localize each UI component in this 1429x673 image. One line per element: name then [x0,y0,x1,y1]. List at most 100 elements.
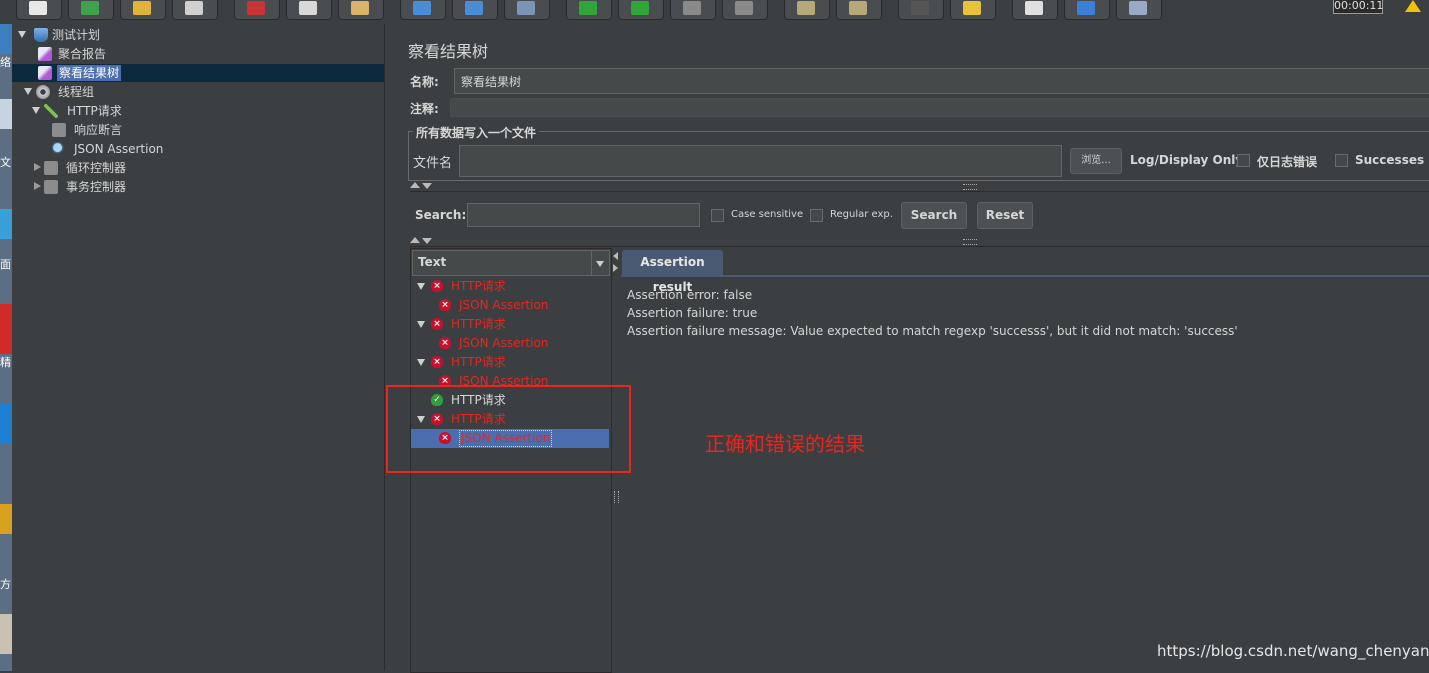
comment-field[interactable] [450,98,1429,117]
divider-grip-icon[interactable] [963,239,977,245]
shutdown-icon[interactable] [722,0,768,20]
tree-node-json-assertion[interactable]: JSON Assertion [52,140,372,158]
search-button[interactable]: Search [901,202,967,229]
tree-node-loop-controller[interactable]: 循环控制器 [32,159,376,177]
toolbar: 00:00:11 [0,0,1429,24]
result-row[interactable]: × JSON Assertion [411,296,609,315]
successes-checkbox[interactable] [1335,154,1348,167]
clear-all-icon[interactable] [836,0,882,20]
result-row[interactable]: × HTTP请求 [411,277,609,296]
divider-grip-icon[interactable] [963,184,977,190]
chart-icon [38,66,52,80]
collapse-arrow-icon[interactable] [34,163,41,171]
expand-arrow-icon[interactable] [18,31,26,38]
page-title: 察看结果树 [408,42,489,61]
watermark: https://blog.csdn.net/wang_chenyang [1157,642,1429,660]
result-row[interactable]: × HTTP请求 [411,315,609,334]
search-binoculars-icon[interactable] [898,0,944,20]
regex-label: Regular exp. [830,209,893,220]
tree-node-view-results-tree[interactable]: 察看结果树 [12,64,384,82]
expand-arrow-icon[interactable] [417,283,425,290]
start-no-pause-icon[interactable] [618,0,664,20]
expand-arrow-icon[interactable] [417,321,425,328]
search-label: Search: [415,208,467,222]
divider-down-arrow-icon[interactable] [422,183,432,189]
divider [410,246,1429,247]
result-row-label: HTTP请求 [451,355,506,369]
filename-input[interactable] [459,145,1062,177]
controller-icon [44,180,58,194]
open-icon[interactable] [120,0,166,20]
name-field[interactable]: 察看结果树 [454,68,1429,94]
tree-node-http-request[interactable]: HTTP请求 [32,102,376,120]
result-row[interactable]: × HTTP请求 [411,353,609,372]
desktop-background-strip: 络 文 面 精 方 [0,24,12,671]
tree-node-thread-group[interactable]: 线程组 [24,83,376,101]
warning-icon[interactable] [1405,0,1421,12]
result-detail: Assertion result Assertion error: false … [621,248,1429,671]
desktop-fragment: 文 [0,156,11,169]
assertion-icon [52,123,66,137]
error-shield-icon: × [439,337,451,349]
divider-up-arrow-icon[interactable] [410,182,420,188]
error-shield-icon: × [439,299,451,311]
case-sensitive-label: Case sensitive [731,209,804,220]
reset-button[interactable]: Reset [977,202,1033,229]
splitter-grip-icon[interactable] [614,491,619,503]
paste-icon[interactable] [338,0,384,20]
desktop-fragment: 精 [0,356,11,369]
case-sensitive-checkbox[interactable] [711,209,724,222]
tab-assertion-result[interactable]: Assertion result [622,250,723,294]
renderer-select[interactable]: Text [412,250,610,276]
result-row-label: HTTP请求 [451,317,506,331]
split-pane-divider[interactable] [384,24,398,671]
divider-up-arrow-icon[interactable] [410,237,420,243]
copy-icon[interactable] [286,0,332,20]
gear-icon [36,85,50,99]
comment-label: 注释: [410,102,439,116]
divider-down-arrow-icon[interactable] [422,238,432,244]
expand-arrow-icon[interactable] [32,107,40,114]
expand-arrow-icon[interactable] [417,359,425,366]
regex-checkbox[interactable] [810,209,823,222]
elapsed-timer: 00:00:11 [1333,0,1384,14]
expand-icon[interactable] [400,0,446,20]
collapse-arrow-icon[interactable] [34,182,41,190]
magnifier-icon [52,142,66,156]
tree-node-response-assertion[interactable]: 响应断言 [52,121,372,139]
annotation-highlight-box [386,385,631,473]
file-section-title: 所有数据写入一个文件 [413,124,540,141]
errors-only-checkbox[interactable] [1237,154,1250,167]
new-icon[interactable] [16,0,62,20]
cut-icon[interactable] [234,0,280,20]
tree-node-aggregate-report[interactable]: 聚合报告 [38,45,378,63]
chevron-down-icon [596,261,604,267]
search-input[interactable] [467,203,700,227]
tree-node-test-plan[interactable]: 测试计划 [16,26,376,44]
flask-icon [34,28,48,42]
error-shield-icon: × [431,356,443,368]
result-row-label: JSON Assertion [459,336,549,350]
reset-search-icon[interactable] [950,0,996,20]
collapse-icon[interactable] [452,0,498,20]
assertion-line: Assertion failure message: Value expecte… [627,324,1238,338]
clear-icon[interactable] [784,0,830,20]
templates-icon[interactable] [68,0,114,20]
filename-label: 文件名 [413,156,453,171]
save-icon[interactable] [172,0,218,20]
name-label: 名称: [410,75,439,89]
log-display-label: Log/Display Only: [1130,153,1248,167]
stop-icon[interactable] [670,0,716,20]
browse-button[interactable]: 浏览... [1070,148,1122,174]
assertion-line: Assertion error: false [627,288,753,302]
remote-icon[interactable] [1116,0,1162,20]
result-row-label: JSON Assertion [459,298,549,312]
help-icon[interactable] [1064,0,1110,20]
toggle-icon[interactable] [504,0,550,20]
error-shield-icon: × [431,280,443,292]
result-row[interactable]: × JSON Assertion [411,334,609,353]
function-helper-icon[interactable] [1012,0,1058,20]
start-icon[interactable] [566,0,612,20]
expand-arrow-icon[interactable] [24,88,32,95]
tree-node-transaction-controller[interactable]: 事务控制器 [32,178,376,196]
